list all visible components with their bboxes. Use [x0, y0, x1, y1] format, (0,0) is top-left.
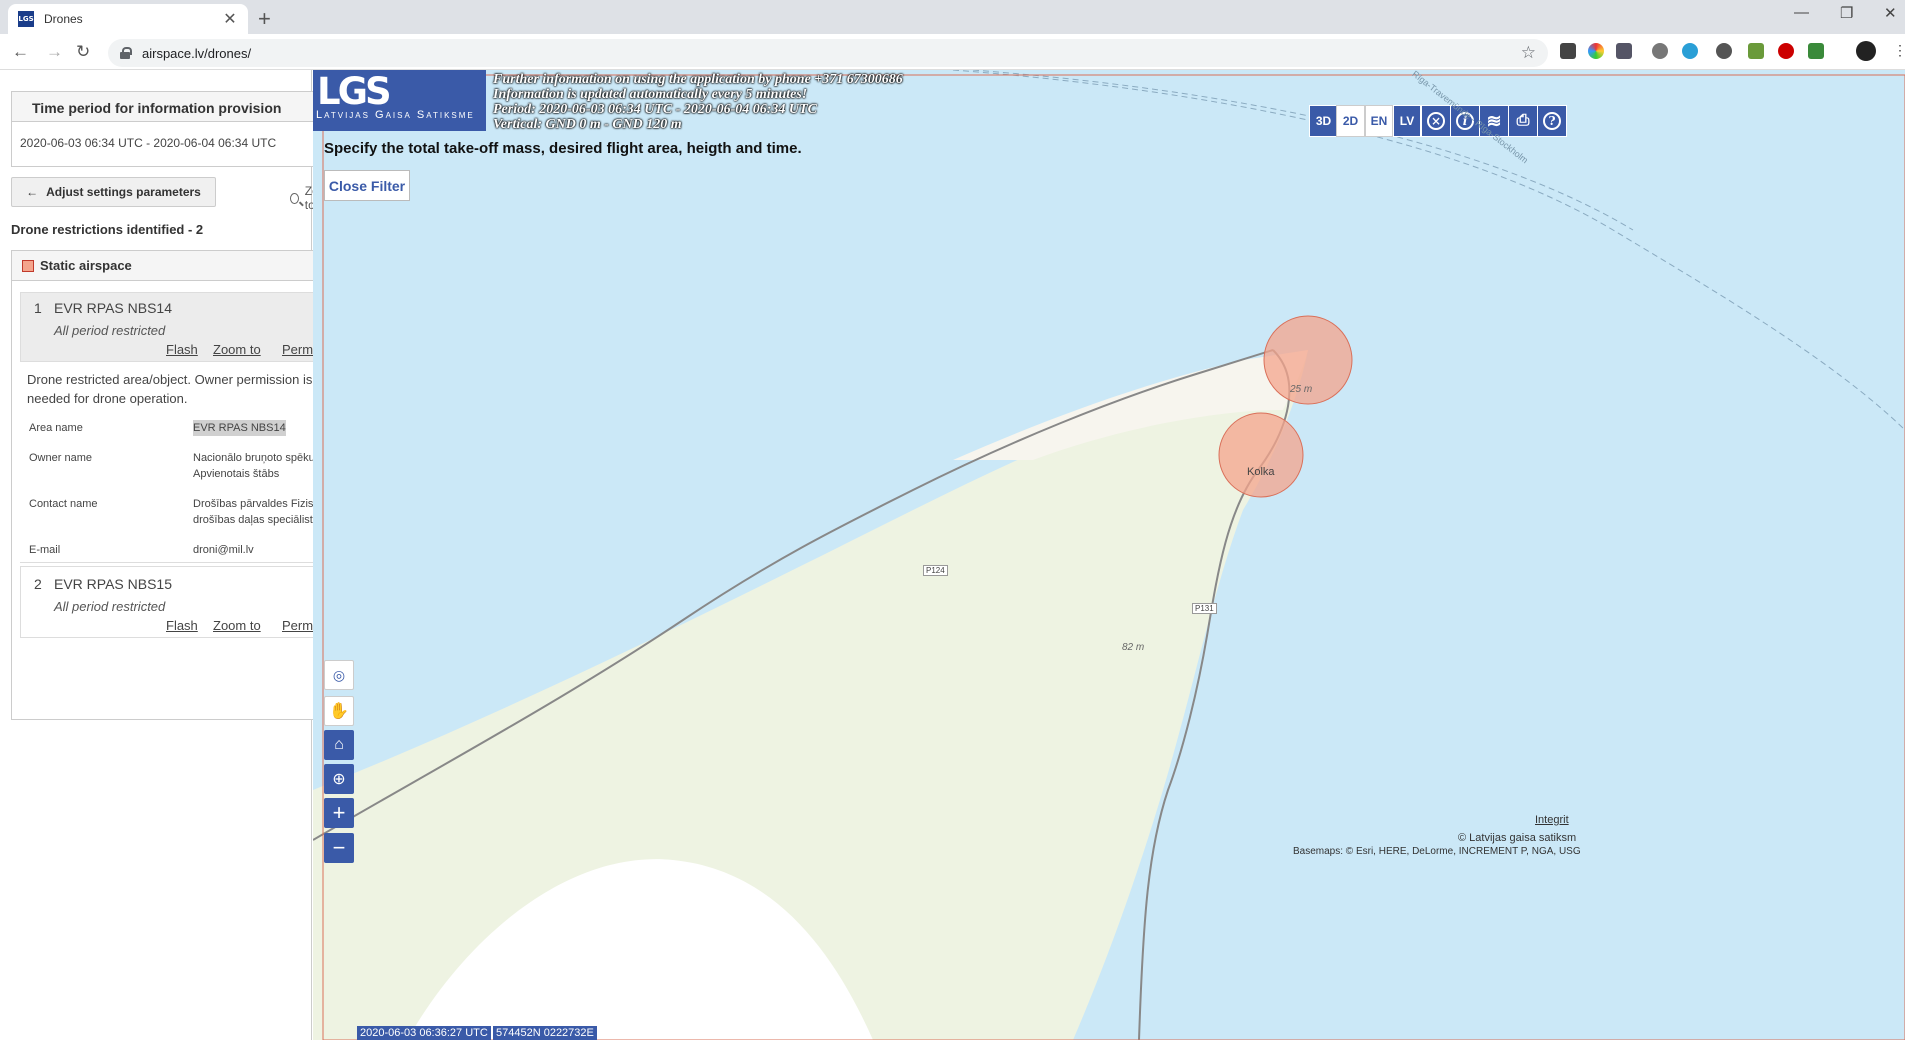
zoom-to-link[interactable]: Zoom to — [213, 342, 261, 357]
help-button[interactable]: ? — [1537, 105, 1567, 137]
abp-extension-icon[interactable] — [1778, 43, 1794, 59]
logo-subtitle: Latvijas Gaisa Satiksme — [316, 109, 475, 121]
lgs-logo: LGS Latvijas Gaisa Satiksme — [313, 70, 486, 131]
print-button[interactable]: ⎙ — [1508, 105, 1538, 137]
adjust-settings-button[interactable]: ← Adjust settings parameters — [11, 177, 216, 207]
color-extension-icon[interactable] — [1588, 43, 1604, 59]
item-description: Drone restricted area/object. Owner perm… — [27, 372, 313, 406]
item-name: EVR RPAS NBS14 — [54, 300, 173, 316]
clear-button[interactable]: × — [1421, 105, 1451, 137]
tab-title: Drones — [44, 12, 83, 26]
locate-icon: ◎ — [332, 666, 346, 683]
browser-tab-bar: LGS Drones ✕ + — ❐ ✕ — [0, 0, 1905, 34]
branch-extension-icon[interactable] — [1616, 43, 1632, 59]
browser-tab[interactable]: LGS Drones ✕ — [8, 4, 248, 34]
timestamp-chip: 2020-06-03 06:36:27 UTC — [357, 1026, 491, 1040]
road-label: P131 — [1192, 603, 1217, 614]
detail-label: Contact name — [29, 498, 98, 510]
restore-icon[interactable]: ❐ — [1840, 4, 1853, 22]
restricted-area-nbs15[interactable] — [1218, 412, 1304, 498]
close-circle-icon: × — [1427, 112, 1445, 130]
new-tab-icon[interactable]: + — [258, 6, 271, 32]
pan-button[interactable]: ✋ — [324, 696, 354, 726]
item-number: 2 — [34, 576, 42, 592]
static-airspace-label: Static airspace — [40, 258, 132, 273]
url-text: airspace.lv/drones/ — [142, 45, 252, 61]
item-number: 1 — [34, 300, 42, 316]
restrictions-count: Drone restrictions identified - 2 — [11, 222, 204, 237]
profile-avatar[interactable] — [1856, 41, 1876, 61]
close-filter-button[interactable]: Close Filter — [324, 170, 410, 201]
item-status: All period restricted — [54, 599, 166, 614]
home-icon: ⌂ — [334, 736, 344, 753]
lang-en-button[interactable]: EN — [1365, 105, 1393, 137]
zoom-box-button[interactable]: ⊕ — [324, 764, 354, 794]
plus-icon: + — [332, 800, 346, 825]
view-2d-button[interactable]: 2D — [1336, 105, 1365, 137]
help-icon: ? — [1543, 112, 1561, 130]
detail-label: Area name — [29, 422, 83, 434]
height-label: 25 m — [1290, 384, 1313, 395]
hand-icon: ✋ — [329, 703, 349, 720]
reload-icon[interactable]: ↻ — [76, 42, 90, 62]
new-extension-icon[interactable] — [1808, 43, 1824, 59]
gear-extension-icon[interactable] — [1716, 43, 1732, 59]
forward-icon[interactable]: → — [46, 42, 63, 62]
coords-chip: 574452N 0222732E — [493, 1026, 597, 1040]
sidebar: Time period for information provision 20… — [0, 70, 366, 1040]
arrow-left-icon: ← — [26, 185, 39, 199]
minus-icon: − — [332, 835, 346, 860]
minimize-icon[interactable]: — — [1794, 4, 1809, 21]
lang-lv-button[interactable]: LV — [1393, 105, 1421, 137]
flash-link[interactable]: Flash — [166, 342, 198, 357]
map-view[interactable]: LGS Latvijas Gaisa Satiksme Further info… — [313, 70, 1905, 1040]
sheet-extension-icon[interactable] — [1748, 43, 1764, 59]
home-button[interactable]: ⌂ — [324, 730, 354, 760]
road-label: P124 — [923, 565, 948, 576]
omnibox[interactable]: airspace.lv/drones/ ☆ — [108, 39, 1548, 67]
basemaps-attribution: Basemaps: © Esri, HERE, DeLorme, INCREME… — [1293, 846, 1581, 857]
copyright-text: © Latvijas gaisa satiksm — [1458, 832, 1577, 844]
detail-value: droni@mil.lv — [193, 544, 254, 556]
magnifier-plus-icon: ⊕ — [332, 771, 346, 788]
town-label: Kolka — [1247, 466, 1275, 478]
flash-link[interactable]: Flash — [166, 618, 198, 633]
detail-label: Owner name — [29, 452, 92, 464]
detail-label: E-mail — [29, 544, 61, 556]
eyedropper-extension-icon[interactable] — [1560, 43, 1576, 59]
info-line: Further information on using the applica… — [493, 72, 903, 87]
logo-text: LGS — [317, 70, 392, 113]
zoom-to-link[interactable]: Zoom to — [213, 618, 261, 633]
adjust-settings-label: Adjust settings parameters — [46, 185, 201, 199]
snowflake-extension-icon[interactable] — [1682, 43, 1698, 59]
info-line: Period: 2020-06-03 06:34 UTC - 2020-06-0… — [493, 102, 817, 117]
instruction-text: Specify the total take-off mass, desired… — [324, 140, 802, 157]
lgs-favicon-icon: LGS — [18, 11, 34, 27]
map-canvas — [313, 70, 1905, 1040]
detail-value: EVR RPAS NBS14 — [193, 420, 286, 436]
print-icon: ⎙ — [1516, 112, 1530, 129]
item-status: All period restricted — [54, 323, 166, 338]
view-3d-button[interactable]: 3D — [1309, 105, 1338, 137]
menu-dots-icon[interactable]: ⋮ — [1893, 43, 1905, 59]
integrity-link[interactable]: Integrit — [1535, 814, 1569, 826]
back-icon[interactable]: ← — [12, 42, 29, 62]
bookmark-star-icon[interactable]: ☆ — [1521, 43, 1536, 63]
zoom-out-button[interactable]: − — [324, 833, 354, 863]
info-line: Information is updated automatically eve… — [493, 87, 808, 102]
zoom-in-button[interactable]: + — [324, 798, 354, 828]
owl-extension-icon[interactable] — [1652, 43, 1668, 59]
close-icon[interactable]: ✕ — [222, 9, 238, 29]
divider — [20, 562, 358, 563]
magnifier-icon — [290, 192, 299, 204]
height-label: 82 m — [1122, 642, 1145, 653]
locate-button[interactable]: ◎ — [324, 660, 354, 690]
static-airspace-swatch-icon — [22, 259, 34, 272]
window-close-icon[interactable]: ✕ — [1884, 4, 1897, 22]
info-panel: Further information on using the applica… — [493, 72, 903, 132]
item-name: EVR RPAS NBS15 — [54, 576, 173, 592]
ferry-route-line-2 — [972, 70, 1634, 231]
lock-icon — [120, 47, 132, 59]
info-line: Vertical: GND 0 m - GND 120 m — [493, 117, 682, 132]
